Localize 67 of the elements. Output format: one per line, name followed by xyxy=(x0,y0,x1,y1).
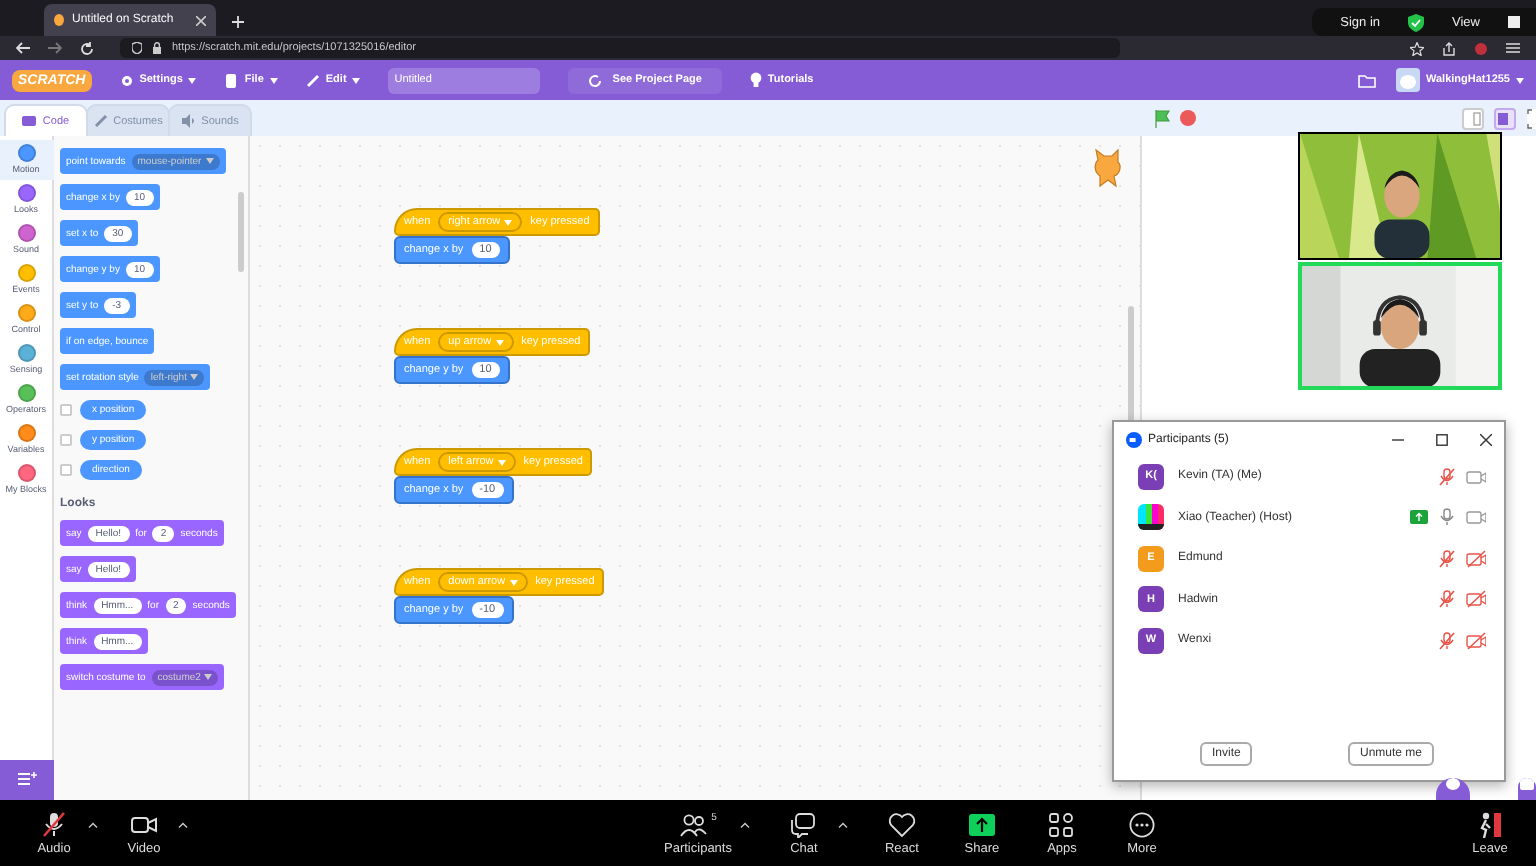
shield-icon xyxy=(132,42,142,54)
plus-icon[interactable] xyxy=(232,16,244,28)
pencil-icon xyxy=(305,73,320,87)
caret-icon xyxy=(205,158,214,164)
camera-icon[interactable] xyxy=(1466,467,1486,486)
checkbox[interactable] xyxy=(60,404,72,416)
gear-icon xyxy=(119,73,134,87)
caret-icon xyxy=(495,339,504,345)
backdrop-button[interactable] xyxy=(1518,778,1536,800)
fullscreen-icon[interactable] xyxy=(1526,107,1536,129)
camera-icon xyxy=(130,811,158,837)
caret-icon xyxy=(497,459,506,465)
close-icon[interactable] xyxy=(1480,433,1492,445)
code-icon xyxy=(22,114,37,128)
caret-icon[interactable] xyxy=(178,822,188,828)
caret-icon[interactable] xyxy=(837,822,848,828)
minimize-icon[interactable] xyxy=(1392,433,1404,445)
lightbulb-icon xyxy=(749,72,762,88)
caret-icon xyxy=(1516,77,1524,83)
heart-icon xyxy=(887,811,916,837)
muted-mic-icon[interactable] xyxy=(1438,467,1456,486)
speaker-icon xyxy=(181,114,196,128)
menu-icon[interactable] xyxy=(1506,42,1520,54)
maximize-icon[interactable] xyxy=(1436,433,1448,445)
people-icon xyxy=(679,811,708,837)
muted-mic-icon[interactable] xyxy=(1438,549,1456,568)
forward-icon[interactable] xyxy=(48,42,62,54)
exit-icon xyxy=(1476,811,1504,837)
muted-mic-icon[interactable] xyxy=(1438,631,1456,650)
shield-icon xyxy=(1408,13,1425,31)
checkbox[interactable] xyxy=(60,464,72,476)
caret-icon xyxy=(190,374,199,380)
caret-icon xyxy=(204,674,213,680)
back-icon[interactable] xyxy=(16,42,30,54)
camera-off-icon[interactable] xyxy=(1466,631,1486,650)
add-extension-button[interactable] xyxy=(0,760,54,800)
caret-icon xyxy=(352,77,361,83)
scrollbar[interactable] xyxy=(1128,306,1134,426)
camera-off-icon[interactable] xyxy=(1466,549,1486,568)
star-icon[interactable] xyxy=(1410,41,1424,55)
stop-icon[interactable] xyxy=(1180,110,1196,126)
scrollbar[interactable] xyxy=(238,192,244,272)
mic-icon[interactable] xyxy=(1438,508,1456,527)
muted-mic-icon[interactable] xyxy=(1438,590,1456,609)
more-icon xyxy=(1127,811,1156,837)
caret-icon xyxy=(269,77,278,83)
chat-icon xyxy=(789,811,818,837)
lock-icon xyxy=(152,42,162,54)
caret-icon xyxy=(509,579,518,585)
brush-icon xyxy=(93,114,108,128)
folder-icon[interactable] xyxy=(1358,73,1377,87)
share-icon[interactable] xyxy=(1442,41,1456,55)
apps-icon xyxy=(1047,811,1076,837)
camera-icon[interactable] xyxy=(1466,508,1486,527)
reload-icon[interactable] xyxy=(80,41,94,55)
caret-icon[interactable] xyxy=(739,822,750,828)
file-icon xyxy=(224,73,239,87)
large-stage-icon[interactable] xyxy=(1494,107,1516,129)
share-screen-icon xyxy=(967,811,996,837)
caret-icon xyxy=(504,219,513,225)
refresh-icon xyxy=(588,73,603,87)
caret-icon xyxy=(188,77,197,83)
caret-icon[interactable] xyxy=(88,822,98,828)
camera-off-icon[interactable] xyxy=(1466,590,1486,609)
flag-icon[interactable] xyxy=(1154,109,1170,127)
checkbox[interactable] xyxy=(60,434,72,446)
zoom-logo-icon xyxy=(1126,431,1142,447)
